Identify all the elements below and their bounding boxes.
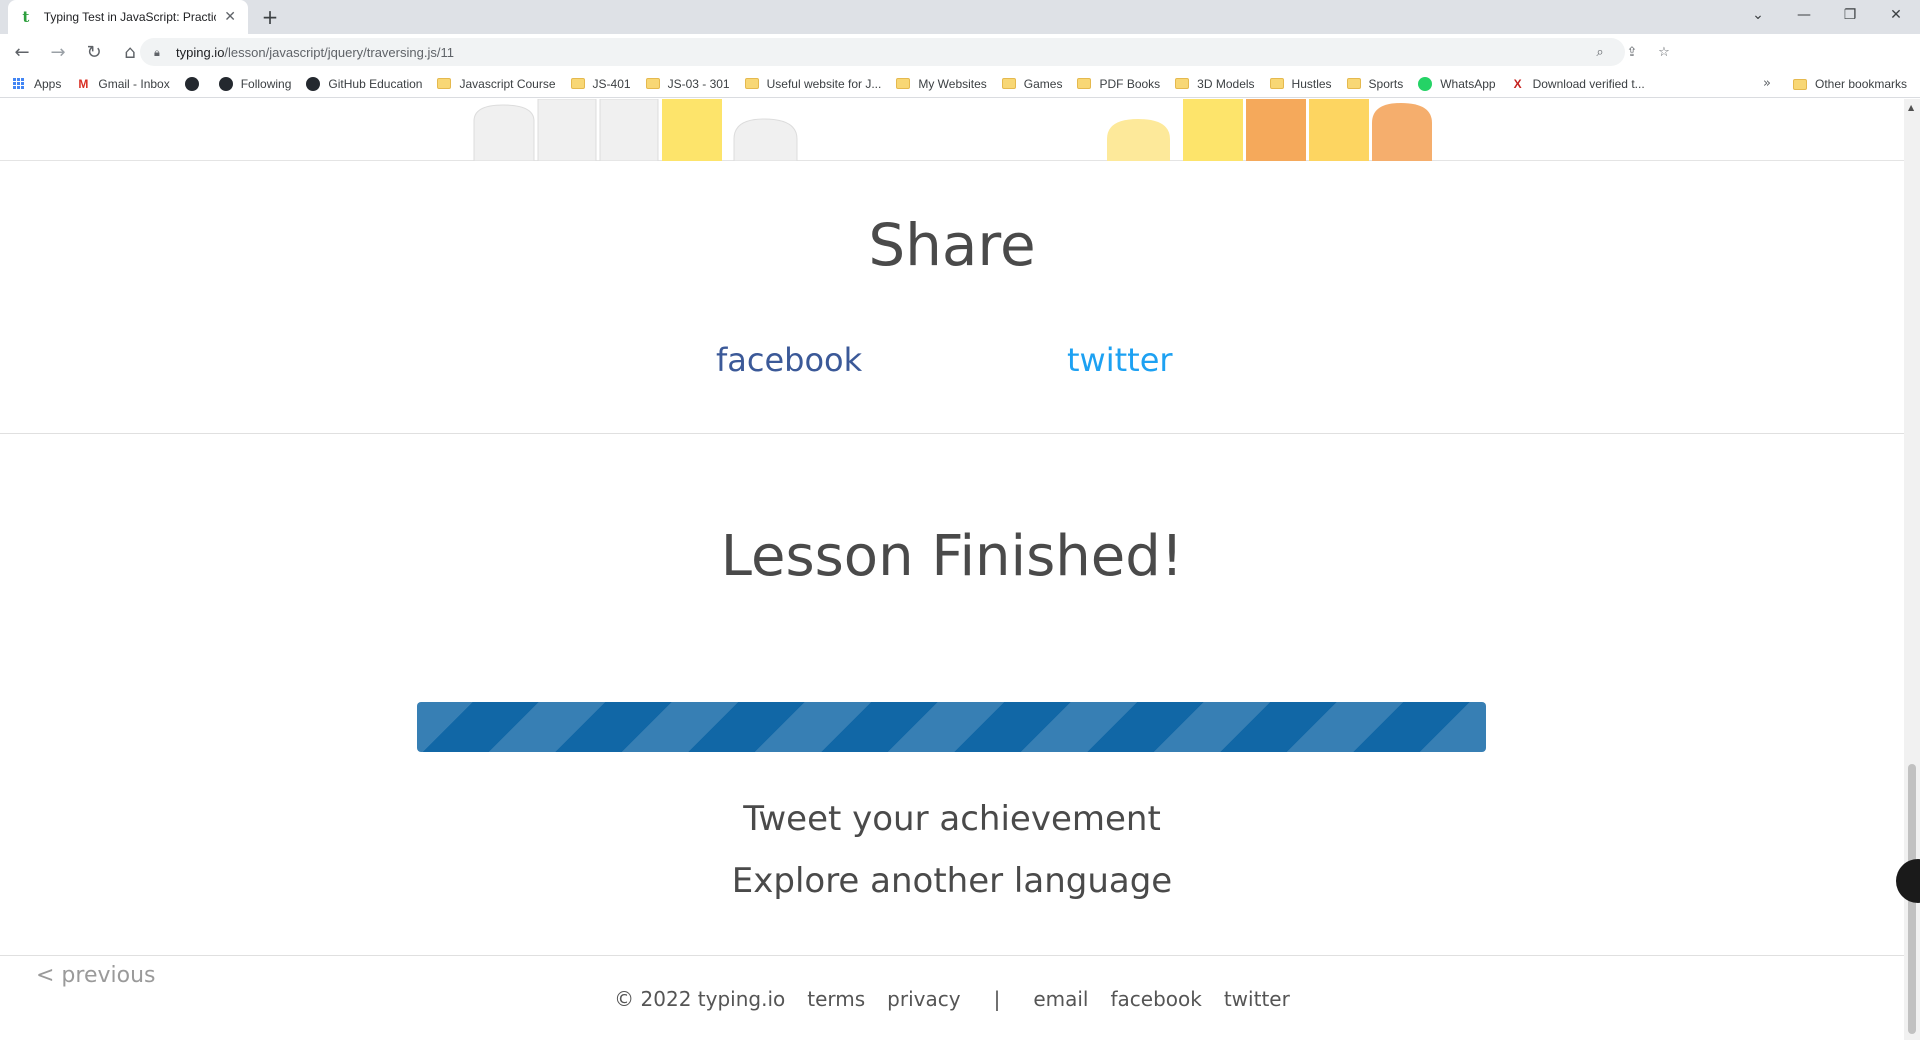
share-facebook-link[interactable]: facebook <box>716 341 862 379</box>
new-tab-button[interactable]: + <box>258 5 282 29</box>
footer-facebook-link[interactable]: facebook <box>1110 987 1201 1011</box>
folder-icon <box>1346 77 1361 91</box>
folder-icon <box>1077 77 1092 91</box>
key-yellow-2 <box>1107 119 1170 161</box>
footer: © 2022 typing.io terms privacy | email f… <box>0 987 1904 1011</box>
bookmark-github-education[interactable]: GitHub Education <box>306 76 422 91</box>
bookmark-js-03-301[interactable]: JS-03 - 301 <box>645 77 730 91</box>
close-window-button[interactable]: ✕ <box>1873 0 1919 30</box>
explore-language-link[interactable]: Explore another language <box>0 861 1904 901</box>
footer-copyright: © 2022 typing.io <box>614 987 786 1011</box>
whatsapp-icon <box>1418 76 1433 91</box>
page-content: Share facebook twitter Lesson Finished! … <box>0 99 1904 1040</box>
folder-icon <box>645 77 660 91</box>
key-gray-3 <box>599 99 659 162</box>
browser-tab[interactable]: t Typing Test in JavaScript: Practice ✕ <box>8 0 248 34</box>
folder-icon <box>896 77 911 91</box>
footer-privacy-link[interactable]: privacy <box>887 987 960 1011</box>
key-yellow-1 <box>662 99 722 161</box>
apps-grid-icon <box>12 77 26 91</box>
tab-title: Typing Test in JavaScript: Practice <box>43 10 217 24</box>
previous-link[interactable]: < previous <box>36 963 156 988</box>
tweet-achievement-link[interactable]: Tweet your achievement <box>0 799 1904 839</box>
footer-twitter-link[interactable]: twitter <box>1224 987 1290 1011</box>
bookmark-star-icon[interactable]: ☆ <box>1656 44 1672 60</box>
footer-separator: | <box>993 987 1001 1011</box>
bookmark-github[interactable] <box>184 76 207 91</box>
tab-strip: t Typing Test in JavaScript: Practice ✕ … <box>0 0 1920 34</box>
keyboard-keys <box>473 99 1432 162</box>
bookmarks-overflow-icon[interactable]: » <box>1763 76 1771 91</box>
key-yellow-3 <box>1183 99 1243 161</box>
footer-divider <box>0 955 1904 956</box>
share-icon[interactable]: ⇪ <box>1624 44 1640 60</box>
folder-icon <box>1793 77 1807 91</box>
tab-search-icon[interactable]: ⌄ <box>1735 0 1781 30</box>
folder-icon <box>1001 77 1016 91</box>
folder-icon <box>744 77 759 91</box>
reload-button[interactable]: ↻ <box>80 38 108 66</box>
folder-icon <box>570 77 585 91</box>
key-orange-1 <box>1246 99 1306 161</box>
key-gray-4 <box>733 118 798 162</box>
footer-email-link[interactable]: email <box>1033 987 1088 1011</box>
github-icon <box>218 76 233 91</box>
key-yellow-4 <box>1309 99 1369 161</box>
url-text: typing.io/lesson/javascript/jquery/trave… <box>176 44 454 60</box>
share-twitter-link[interactable]: twitter <box>1067 341 1173 379</box>
browser-toolbar: ← → ↻ ⌂ 🔒︎ typing.io/lesson/javascript/j… <box>0 34 1920 95</box>
typing-io-favicon-icon: t <box>22 8 30 26</box>
keyboard-heatmap-strip <box>0 99 1904 162</box>
bookmark-pdf-books[interactable]: PDF Books <box>1077 77 1160 91</box>
footer-terms-link[interactable]: terms <box>807 987 865 1011</box>
zoom-icon[interactable]: ⌕ <box>1592 44 1608 60</box>
bookmark-my-websites[interactable]: My Websites <box>896 77 987 91</box>
bookmark-whatsapp[interactable]: WhatsApp <box>1418 76 1496 91</box>
bookmark-hustles[interactable]: Hustles <box>1269 77 1332 91</box>
lock-icon: 🔒︎ <box>154 46 160 59</box>
bookmark-following[interactable]: Following <box>218 76 291 91</box>
bookmark-apps[interactable]: Apps <box>12 77 61 91</box>
folder-icon <box>1175 77 1190 91</box>
bookmark-sports[interactable]: Sports <box>1346 77 1403 91</box>
forward-button[interactable]: → <box>44 38 72 66</box>
lesson-finished-heading: Lesson Finished! <box>720 524 1184 589</box>
section-divider <box>0 433 1904 434</box>
bookmark-javascript-course[interactable]: Javascript Course <box>437 77 556 91</box>
restore-button[interactable]: ❐ <box>1827 0 1873 30</box>
key-gray-1 <box>473 104 535 162</box>
minimize-button[interactable]: — <box>1781 0 1827 30</box>
key-gray-2 <box>537 99 597 162</box>
key-orange-2 <box>1372 103 1432 161</box>
bookmark-3d-models[interactable]: 3D Models <box>1175 77 1255 91</box>
bookmark-gmail[interactable]: M Gmail - Inbox <box>76 77 169 91</box>
gmail-icon: M <box>78 76 89 91</box>
progress-fill <box>417 702 1486 752</box>
folder-icon <box>1269 77 1284 91</box>
back-button[interactable]: ← <box>8 38 36 66</box>
scroll-up-arrow-icon[interactable]: ▲ <box>1908 103 1914 112</box>
github-icon <box>306 76 321 91</box>
bookmark-other[interactable]: Other bookmarks <box>1793 70 1907 98</box>
lesson-progress-bar <box>417 702 1486 752</box>
folder-icon <box>437 77 452 91</box>
x-icon: X <box>1513 76 1522 91</box>
bookmarks-bar: Apps M Gmail - Inbox Following GitHub Edu… <box>0 70 1920 98</box>
bookmark-download-verified[interactable]: X Download verified t... <box>1511 77 1645 91</box>
github-icon <box>184 76 199 91</box>
share-heading: Share <box>868 211 1036 279</box>
bookmark-games[interactable]: Games <box>1001 77 1062 91</box>
bookmark-js-401[interactable]: JS-401 <box>570 77 631 91</box>
tab-close-icon[interactable]: ✕ <box>222 9 238 25</box>
bookmark-useful-website[interactable]: Useful website for J... <box>744 77 881 91</box>
address-bar[interactable]: 🔒︎ typing.io/lesson/javascript/jquery/tr… <box>140 38 1670 66</box>
